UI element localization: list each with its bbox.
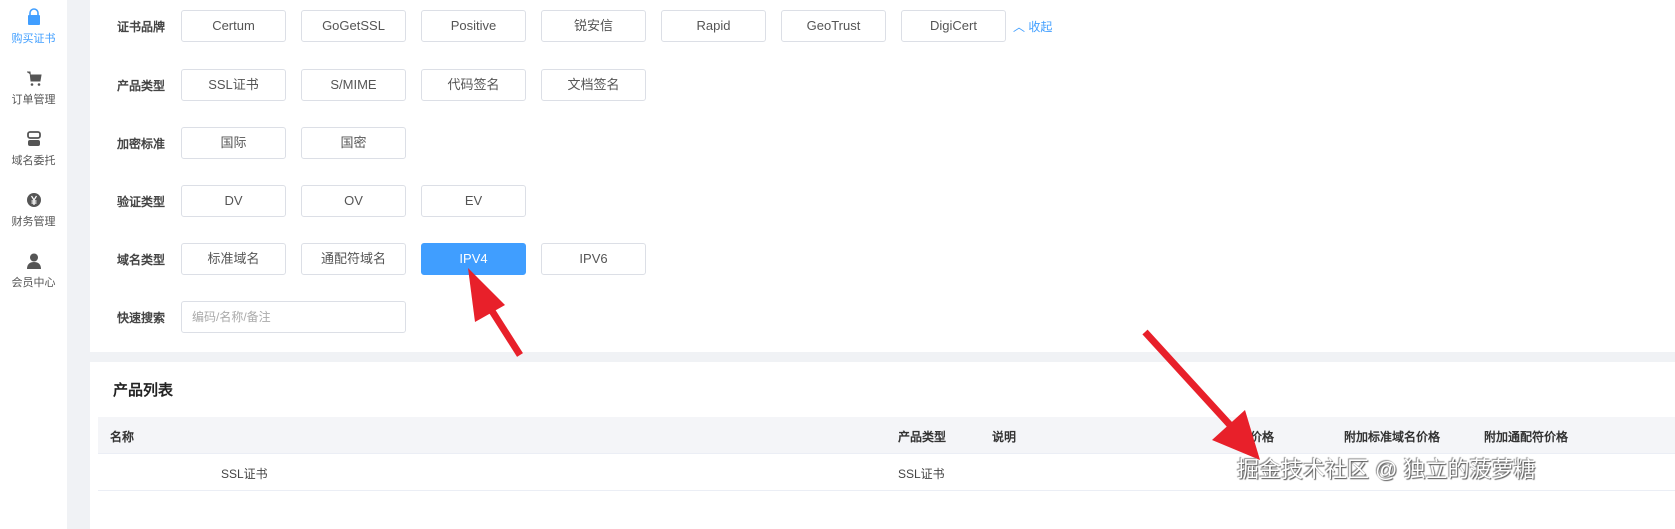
arrow-annotation-ipv4 (468, 268, 523, 357)
arrow-annotation-price (1142, 329, 1260, 460)
watermark: 掘金技术社区 @ 独立的菠萝糖 (1237, 457, 1536, 482)
annotation-arrows (468, 268, 1260, 460)
